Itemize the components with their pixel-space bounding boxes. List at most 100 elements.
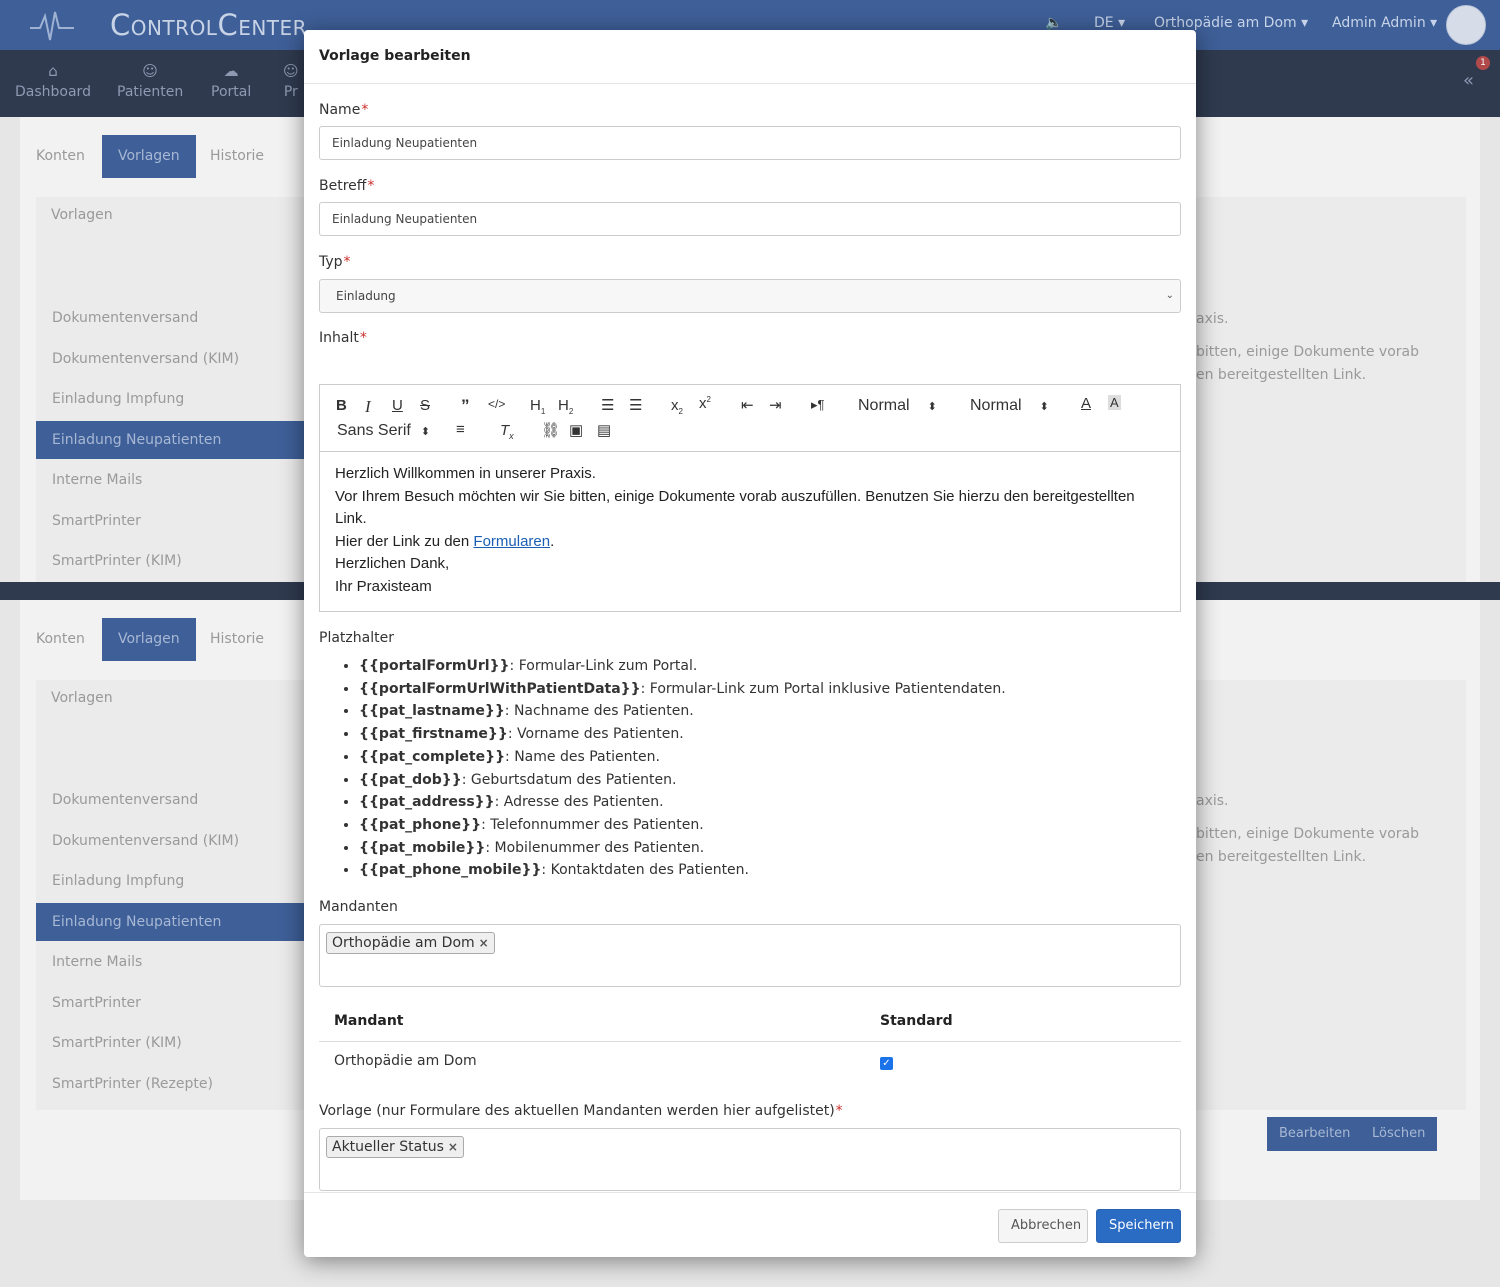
user-dropdown[interactable]: Admin Admin ▾ (1332, 15, 1437, 31)
speaker-icon[interactable]: 🔈 (1045, 15, 1062, 31)
list-item[interactable]: Dokumentenversand (KIM) (36, 822, 326, 860)
list-item[interactable]: Interne Mails (36, 943, 326, 981)
nav-dashboard[interactable]: ⌂ Dashboard (15, 58, 91, 100)
close-icon[interactable]: × (448, 1140, 458, 1154)
list-item[interactable]: Einladung Impfung (36, 380, 326, 418)
edit-button[interactable]: Bearbeiten (1267, 1117, 1363, 1151)
header-2-icon[interactable]: H2 (558, 397, 573, 416)
align-icon[interactable]: ≡ (456, 421, 465, 438)
template-multiselect[interactable]: Aktueller Status × (319, 1128, 1181, 1191)
list-item: {{pat_phone}}: Telefonnummer des Patient… (359, 814, 1159, 837)
list-item[interactable]: SmartPrinter (36, 984, 326, 1022)
list-item[interactable]: SmartPrinter (36, 502, 326, 540)
nav-pr[interactable]: ☺ Pr (283, 58, 299, 100)
superscript-icon[interactable]: x2 (699, 395, 711, 412)
user-label: Admin Admin (1332, 15, 1426, 31)
text-direction-icon[interactable]: ▸¶ (811, 397, 825, 413)
nav-label: Pr (283, 84, 298, 100)
header-1-icon[interactable]: H1 (530, 397, 545, 416)
cancel-button[interactable]: Abbrechen (998, 1209, 1088, 1243)
list-item[interactable]: Einladung Neupatienten (36, 421, 326, 459)
placeholders-list: {{portalFormUrl}}: Formular-Link zum Por… (359, 655, 1159, 882)
list-item: {{pat_address}}: Adresse des Patienten. (359, 791, 1159, 814)
name-input[interactable]: Einladung Neupatienten (319, 126, 1181, 160)
size-select[interactable]: Normal ⬍ (970, 397, 1049, 415)
italic-icon[interactable]: I (365, 397, 371, 417)
video-icon[interactable]: ▤ (597, 421, 611, 439)
required-mark: * (361, 102, 369, 118)
placeholder-desc: : Vorname des Patienten. (507, 726, 684, 743)
tab-history[interactable]: Historie (194, 618, 280, 661)
blockquote-icon[interactable]: ” (461, 396, 470, 416)
subject-label: Betreff* (319, 178, 374, 194)
text-color-icon[interactable]: A (1081, 395, 1091, 412)
list-item[interactable]: Dokumentenversand (KIM) (36, 340, 326, 378)
image-icon[interactable]: ▣ (569, 421, 583, 439)
save-button[interactable]: Speichern (1096, 1209, 1181, 1243)
header-select[interactable]: Normal ⬍ (858, 397, 937, 415)
list-item[interactable]: Dokumentenversand (36, 299, 326, 337)
background-color-icon[interactable]: A (1108, 395, 1121, 410)
type-select[interactable]: Einladung ⌄ (319, 279, 1181, 313)
template-tag: Aktueller Status × (326, 1136, 464, 1158)
updown-icon: ⬍ (927, 401, 937, 413)
preview-text: en bereitgestellten Link. (1196, 849, 1367, 865)
indent-icon[interactable]: ⇥ (769, 396, 782, 414)
content-line: Ihr Praxisteam (335, 577, 432, 595)
language-dropdown[interactable]: DE ▾ (1094, 15, 1125, 31)
notification-badge: 1 (1476, 56, 1490, 70)
placeholder-desc: : Formular-Link zum Portal. (509, 658, 698, 674)
updown-icon: ⬍ (1039, 401, 1049, 413)
default-checkbox[interactable]: ✓ (880, 1057, 893, 1070)
user-icon: ☺ (142, 62, 158, 80)
editor-content[interactable]: Herzlich Willkommen in unserer Praxis. V… (335, 463, 1165, 599)
outdent-icon[interactable]: ⇤ (741, 396, 754, 414)
content-line: Herzlich Willkommen in unserer Praxis. (335, 465, 596, 482)
cloud-icon: ☁ (223, 62, 239, 80)
placeholder-key: {{portalFormUrlWithPatientData}} (359, 680, 641, 697)
avatar[interactable] (1446, 5, 1486, 45)
subscript-icon[interactable]: x2 (671, 397, 683, 416)
nav-patients[interactable]: ☺ Patienten (117, 58, 183, 100)
app-brand: ControlCenter (110, 8, 308, 42)
required-mark: * (343, 254, 351, 270)
nav-portal[interactable]: ☁ Portal (211, 58, 251, 100)
clients-multiselect[interactable]: Orthopädie am Dom × (319, 924, 1181, 987)
practice-dropdown[interactable]: Orthopädie am Dom ▾ (1154, 15, 1308, 31)
close-icon[interactable]: × (479, 936, 489, 950)
content-line: Vor Ihrem Besuch möchten wir Sie bitten,… (335, 487, 1135, 528)
subject-input[interactable]: Einladung Neupatienten (319, 202, 1181, 236)
list-item[interactable]: SmartPrinter (Rezepte) (36, 1065, 326, 1103)
bullet-list-icon[interactable]: ☰ (629, 396, 642, 414)
forms-link[interactable]: Formularen (473, 533, 550, 550)
placeholder-key: {{pat_address}} (359, 794, 495, 811)
list-item[interactable]: Einladung Impfung (36, 862, 326, 900)
bold-icon[interactable]: B (336, 397, 347, 414)
link-icon[interactable]: ⛓ (541, 421, 560, 439)
list-item[interactable]: Interne Mails (36, 461, 326, 499)
header-select-value: Normal (858, 397, 910, 414)
ordered-list-icon[interactable]: ☰ (601, 396, 614, 414)
preview-text: bitten, einige Dokumente vorab (1196, 826, 1420, 842)
placeholder-key: {{pat_complete}} (359, 748, 506, 765)
font-select[interactable]: Sans Serif ⬍ (337, 422, 430, 440)
list-item[interactable]: Dokumentenversand (36, 781, 326, 819)
placeholder-key: {{portalFormUrl}} (359, 658, 510, 674)
underline-icon[interactable]: U (392, 397, 403, 414)
list-item[interactable]: SmartPrinter (KIM) (36, 1024, 326, 1062)
code-block-icon[interactable]: </> (488, 397, 505, 411)
delete-button[interactable]: Löschen (1360, 1117, 1438, 1151)
list-item[interactable]: Einladung Neupatienten (36, 903, 326, 941)
tab-templates[interactable]: Vorlagen (102, 618, 196, 661)
tab-accounts[interactable]: Konten (20, 618, 101, 661)
list-item: {{pat_lastname}}: Nachname des Patienten… (359, 700, 1159, 723)
content-text: Hier der Link zu den (335, 532, 474, 550)
strikethrough-icon[interactable]: S (420, 397, 430, 414)
placeholders-title: Platzhalter (319, 630, 394, 646)
tab-history[interactable]: Historie (194, 135, 280, 178)
clear-format-icon[interactable]: Tx (500, 422, 514, 441)
tab-templates[interactable]: Vorlagen (102, 135, 196, 178)
double-chevron-left-icon[interactable]: « (1463, 70, 1474, 91)
tab-accounts[interactable]: Konten (20, 135, 101, 178)
list-item[interactable]: SmartPrinter (KIM) (36, 542, 326, 580)
